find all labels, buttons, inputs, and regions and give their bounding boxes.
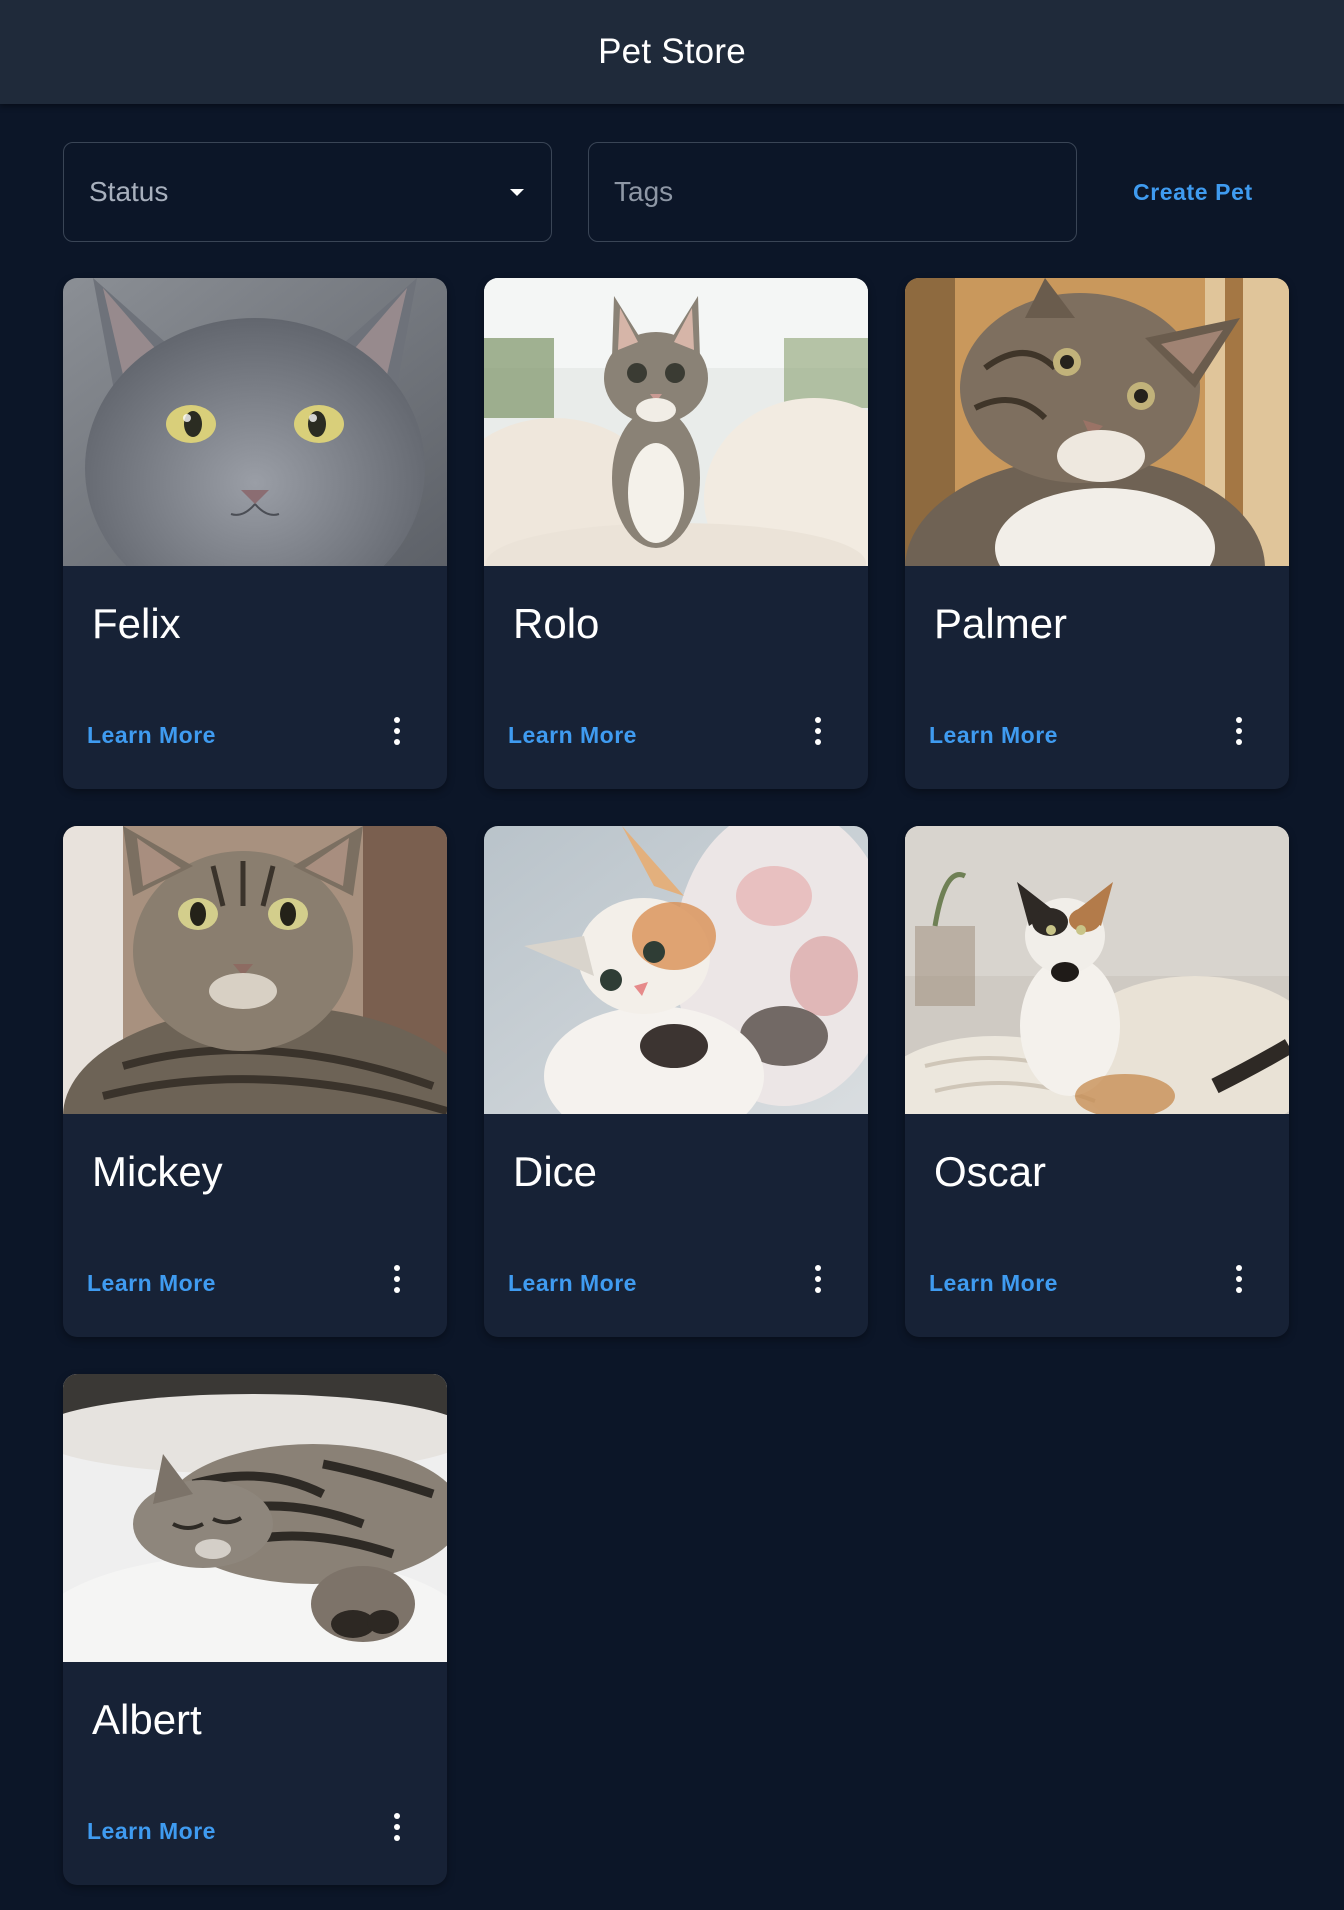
more-vert-icon[interactable]: [794, 1255, 842, 1303]
learn-more-button[interactable]: Learn More: [929, 1270, 1058, 1297]
pet-image[interactable]: [484, 826, 868, 1114]
tags-input[interactable]: [589, 143, 1076, 241]
pet-photo-dice: [484, 826, 868, 1114]
learn-more-button[interactable]: Learn More: [929, 722, 1058, 749]
pet-card: Dice Learn More: [484, 826, 868, 1337]
learn-more-button[interactable]: Learn More: [87, 1270, 216, 1297]
pet-image[interactable]: [484, 278, 868, 566]
pet-image[interactable]: [63, 826, 447, 1114]
pet-photo-albert: [63, 1374, 447, 1662]
pet-card: Palmer Learn More: [905, 278, 1289, 789]
pet-photo-felix: [63, 278, 447, 566]
more-vert-icon[interactable]: [373, 1255, 421, 1303]
app-bar: Pet Store: [0, 0, 1344, 104]
pet-card: Felix Learn More: [63, 278, 447, 789]
learn-more-button[interactable]: Learn More: [87, 722, 216, 749]
more-vert-icon[interactable]: [1215, 707, 1263, 755]
learn-more-button[interactable]: Learn More: [508, 1270, 637, 1297]
pet-image[interactable]: [63, 278, 447, 566]
more-vert-icon[interactable]: [373, 707, 421, 755]
tags-field[interactable]: [588, 142, 1077, 242]
pet-name: Dice: [513, 1148, 598, 1195]
more-vert-icon[interactable]: [794, 707, 842, 755]
learn-more-button[interactable]: Learn More: [508, 722, 637, 749]
arrow-drop-down-icon: [510, 189, 524, 196]
pet-photo-mickey: [63, 826, 447, 1114]
status-select-label: Status: [89, 176, 169, 207]
more-vert-icon[interactable]: [373, 1803, 421, 1851]
pet-image[interactable]: [905, 278, 1289, 566]
pet-name: Mickey: [92, 1148, 223, 1195]
pet-name: Felix: [92, 600, 181, 647]
pet-card: Albert Learn More: [63, 1374, 447, 1885]
pet-photo-oscar: [905, 826, 1289, 1114]
create-pet-button[interactable]: Create Pet: [1113, 162, 1273, 222]
pet-name: Rolo: [513, 600, 600, 647]
status-select[interactable]: Status: [63, 142, 552, 242]
pet-name: Palmer: [934, 600, 1068, 647]
pet-card: Rolo Learn More: [484, 278, 868, 789]
pet-card: Oscar Learn More: [905, 826, 1289, 1337]
more-vert-icon[interactable]: [1215, 1255, 1263, 1303]
pet-image[interactable]: [905, 826, 1289, 1114]
pet-image[interactable]: [63, 1374, 447, 1662]
learn-more-button[interactable]: Learn More: [87, 1818, 216, 1845]
pet-name: Oscar: [934, 1148, 1047, 1195]
app-title: Pet Store: [598, 32, 746, 71]
pet-name: Albert: [92, 1696, 202, 1743]
pet-photo-rolo: [484, 278, 868, 566]
pet-photo-palmer: [905, 278, 1289, 566]
filter-bar: Status Create Pet: [63, 142, 1288, 242]
pet-card: Mickey Learn More: [63, 826, 447, 1337]
